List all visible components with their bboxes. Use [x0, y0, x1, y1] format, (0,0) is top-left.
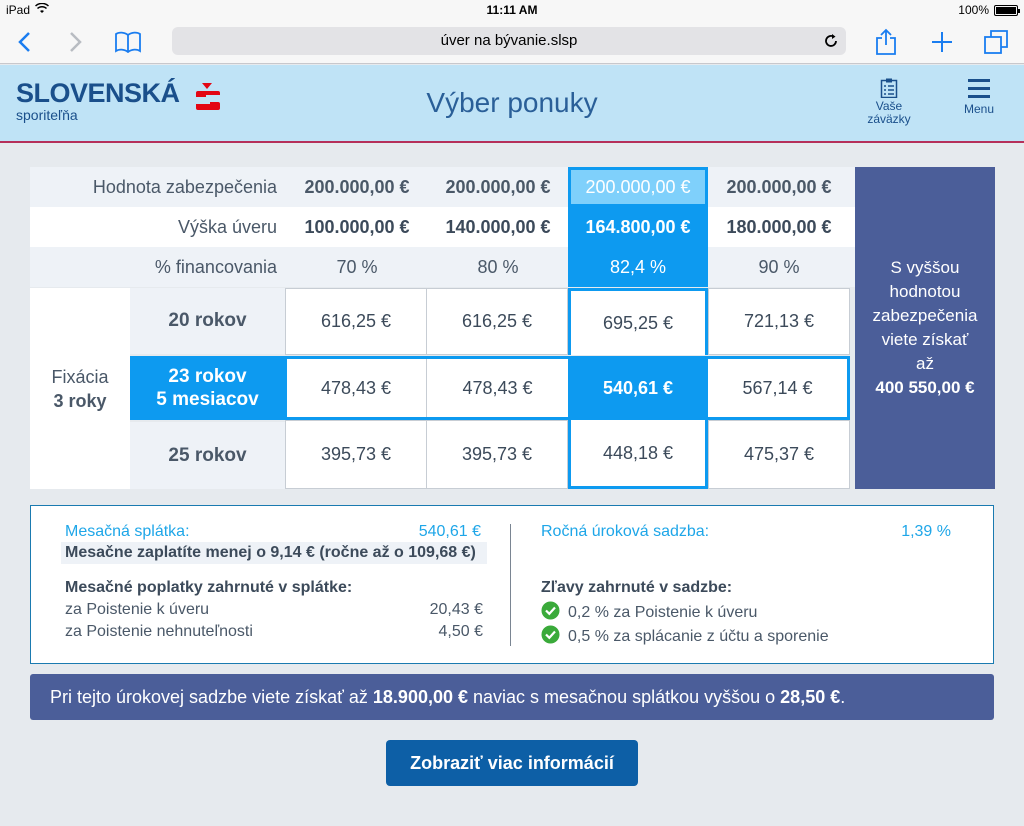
status-time: 11:11 AM: [486, 3, 538, 17]
col4-security[interactable]: 200.000,00 €: [709, 167, 849, 207]
fixation-label: Fixácia: [51, 366, 109, 387]
fees-title: Mesačné poplatky zahrnuté v splátke:: [65, 579, 353, 596]
payment-r1-c1[interactable]: 616,25 €: [285, 288, 427, 355]
col1-pct[interactable]: 70 %: [287, 247, 427, 287]
fee-value-2: 4,50 €: [438, 623, 483, 640]
app-header: SLOVENSKÁ sporiteľňa Výber ponuky Vaše z…: [0, 65, 1024, 143]
col1-security[interactable]: 200.000,00 €: [287, 167, 427, 207]
payment-r3-c4[interactable]: 475,37 €: [708, 420, 850, 489]
panel-line-1: S vyššou: [890, 258, 960, 277]
payment-r2-c4[interactable]: 567,14 €: [708, 356, 850, 420]
label-pct: % financovania: [154, 256, 277, 277]
monthly-saving: Mesačne zaplatíte menej o 9,14 € (ročne …: [61, 542, 487, 564]
discount-text-1: 0,2 % za Poistenie k úveru: [568, 604, 758, 621]
payment-r2-c3-selected[interactable]: 540,61 €: [568, 356, 708, 420]
panel-line-4: viete získať: [881, 330, 969, 349]
fee-label-1: za Poistenie k úveru: [65, 601, 210, 618]
discounts-title: Zľavy zahrnuté v sadzbe:: [541, 579, 733, 596]
panel-amount: 400 550,00 €: [875, 378, 975, 397]
panel-line-3: zabezpečenia: [872, 306, 978, 325]
monthly-payment-value: 540,61 €: [418, 523, 481, 540]
check-circle-icon: [541, 625, 560, 649]
term-23[interactable]: 23 rokov 5 mesiacov: [130, 356, 285, 420]
term-23-months: 5 mesiacov: [156, 389, 259, 410]
banner-text-1: Pri tejto úrokovej sadzbe viete získať a…: [50, 687, 373, 707]
banner-amount: 18.900,00 €: [372, 687, 468, 707]
url-text: úver na bývanie.slsp: [440, 32, 578, 49]
term-25-label: 25 rokov: [168, 444, 247, 466]
monthly-payment-label: Mesačná splátka:: [65, 523, 190, 540]
address-bar[interactable]: úver na bývanie.slsp: [172, 27, 846, 55]
col1-loan[interactable]: 100.000,00 €: [287, 207, 427, 247]
summary-box: Mesačná splátka: 540,61 € Mesačne zaplat…: [30, 505, 994, 664]
summary-divider: [510, 524, 511, 646]
col3-security-frame[interactable]: 200.000,00 €: [568, 167, 708, 207]
reload-icon[interactable]: [822, 32, 840, 50]
higher-security-panel[interactable]: S vyššou hodnotou zabezpečenia viete zís…: [855, 167, 995, 489]
offer-table: Hodnota zabezpečenia Výška úveru % finan…: [30, 167, 855, 489]
fixation-value: 3 roky: [53, 390, 107, 411]
discount-text-2: 0,5 % za splácanie z účtu a sporenie: [568, 628, 829, 645]
commitments-label-2: záväzky: [867, 112, 911, 126]
banner-amount-2: 28,50 €: [780, 687, 841, 707]
payment-r1-c4[interactable]: 721,13 €: [708, 288, 850, 355]
discount-item-2: 0,5 % za splácanie z účtu a sporenie: [541, 625, 829, 649]
battery-icon: [994, 4, 1020, 16]
term-25[interactable]: 25 rokov: [130, 422, 285, 489]
label-loan: Výška úveru: [177, 216, 277, 237]
more-info-button[interactable]: Zobraziť viac informácií: [386, 740, 638, 786]
share-icon[interactable]: [870, 26, 902, 58]
payment-r1-c3[interactable]: 695,25 €: [568, 288, 708, 355]
panel-line-5: až: [916, 354, 934, 373]
rate-label: Ročná úroková sadzba:: [541, 523, 710, 540]
back-icon[interactable]: [8, 26, 40, 58]
term-20[interactable]: 20 rokov: [130, 288, 285, 354]
payment-r1-c2[interactable]: 616,25 €: [426, 288, 568, 355]
discount-item-1: 0,2 % za Poistenie k úveru: [541, 601, 757, 625]
commitments-button[interactable]: Vaše záväzky: [862, 78, 916, 126]
rate-value: 1,39 %: [901, 523, 951, 540]
browser-toolbar: úver na bývanie.slsp: [0, 20, 1024, 64]
payment-r2-c1[interactable]: 478,43 €: [285, 357, 427, 419]
col3-loan[interactable]: 164.800,00 €: [568, 207, 708, 247]
menu-label: Menu: [963, 102, 995, 116]
tabs-icon[interactable]: [980, 26, 1012, 58]
col3-pct[interactable]: 82,4 %: [568, 247, 708, 287]
check-circle-icon: [541, 601, 560, 625]
checklist-icon: [862, 78, 916, 100]
status-bar: iPad 11:11 AM 100%: [0, 0, 1024, 20]
col2-pct[interactable]: 80 %: [428, 247, 568, 287]
payment-r3-c2[interactable]: 395,73 €: [426, 420, 568, 489]
bookmarks-icon[interactable]: [112, 26, 144, 58]
panel-line-2: hodnotou: [889, 282, 961, 301]
fixation-cell: Fixácia 3 roky: [30, 288, 130, 489]
payment-r3-c3[interactable]: 448,18 €: [568, 420, 708, 489]
payment-r2-c2[interactable]: 478,43 €: [427, 357, 568, 419]
new-tab-icon[interactable]: [926, 26, 958, 58]
banner-text-2: naviac s mesačnou splátkou vyššou o: [468, 687, 781, 707]
fee-value-1: 20,43 €: [429, 601, 483, 618]
col4-pct[interactable]: 90 %: [709, 247, 849, 287]
battery-percent: 100%: [958, 3, 989, 17]
col2-security[interactable]: 200.000,00 €: [428, 167, 568, 207]
col2-loan[interactable]: 140.000,00 €: [428, 207, 568, 247]
col3-security: 200.000,00 €: [571, 170, 705, 204]
menu-button[interactable]: Menu: [955, 78, 1003, 116]
term-23-label: 23 rokov: [168, 366, 247, 387]
fee-label-2: za Poistenie nehnuteľnosti: [65, 623, 253, 640]
term-20-label: 20 rokov: [168, 310, 247, 331]
banner-text-3: .: [840, 687, 846, 707]
col4-loan[interactable]: 180.000,00 €: [709, 207, 849, 247]
label-security: Hodnota zabezpečenia: [92, 176, 277, 197]
forward-icon[interactable]: [60, 26, 92, 58]
info-banner: Pri tejto úrokovej sadzbe viete získať a…: [30, 674, 994, 720]
hamburger-icon: [955, 78, 1003, 103]
payment-r3-c1[interactable]: 395,73 €: [285, 420, 427, 489]
